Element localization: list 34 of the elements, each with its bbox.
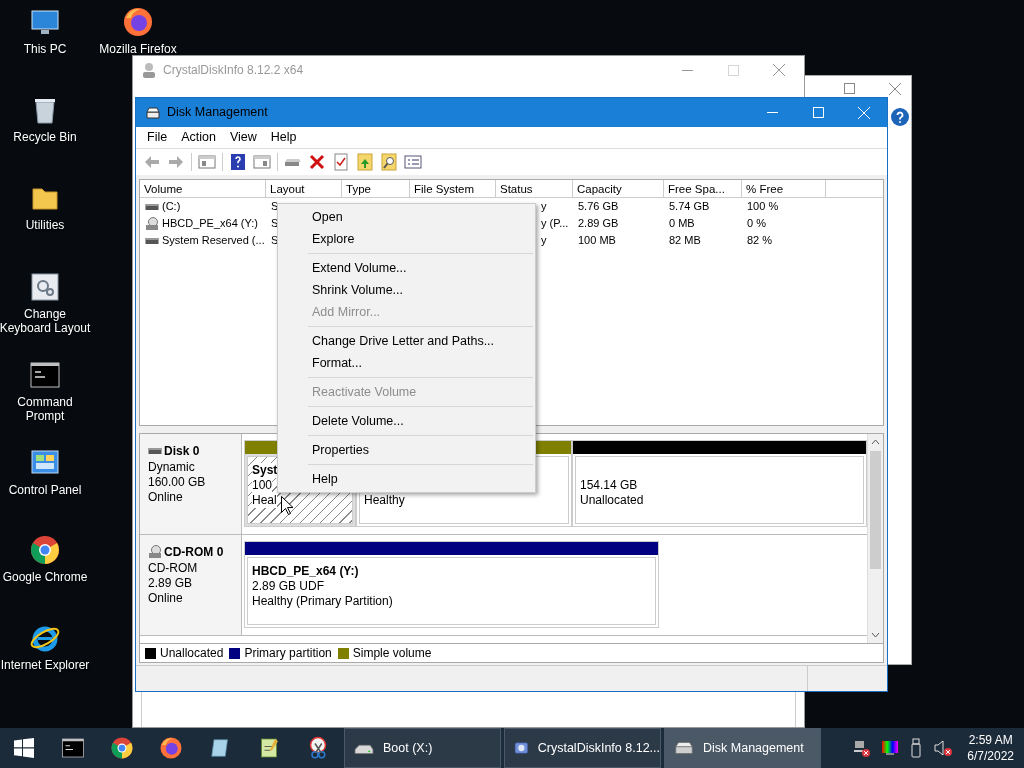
partition-detail: 100 (252, 478, 273, 493)
disk-name: Disk 0 (164, 443, 200, 460)
disk-status: Online (148, 490, 184, 505)
table-cell-text: 0 % (747, 216, 766, 232)
table-cell-text: 82 MB (669, 233, 701, 249)
partition-title: HBCD_PE_x64 (Y:) (252, 564, 359, 579)
table-cell-text: y (541, 199, 547, 215)
disk-status: Online (148, 591, 184, 606)
disk-type: Dynamic (148, 460, 196, 475)
legend-label: Primary partition (244, 645, 332, 662)
disk-name: CD-ROM 0 (164, 544, 224, 561)
partition-detail: Healthy (364, 493, 405, 508)
table-cell-text: y (P... (541, 216, 569, 232)
partition-detail: Healthy (Primary Partition) (252, 594, 393, 609)
table-cell-text: 5.76 GB (578, 199, 619, 215)
partition-title: Syst (252, 463, 278, 478)
legend-label: Unallocated (160, 645, 224, 662)
partition-detail: Heal (252, 493, 277, 508)
table-cell-text: 100 % (747, 199, 779, 215)
legend-label: Simple volume (352, 645, 432, 662)
table-cell-text: 100 MB (578, 233, 616, 249)
window-title: CrystalDiskInfo 8.12.2 x64 (163, 62, 304, 79)
disk-size: 2.89 GB (148, 576, 194, 591)
table-cell-text: 2.89 GB (578, 216, 619, 232)
table-cell-text: System Reserved (... (162, 233, 265, 249)
table-cell-text: 5.74 GB (669, 199, 710, 215)
disk-type: CD-ROM (148, 561, 199, 576)
window-title: Disk Management (167, 104, 268, 122)
table-cell-text: 0 MB (669, 216, 695, 232)
table-cell-text: HBCD_PE_x64 (Y:) (162, 216, 258, 232)
table-cell-text: y (541, 233, 547, 249)
table-cell-text: 82 % (747, 233, 773, 249)
table-cell-text: (C:) (162, 199, 181, 215)
disk-size: 160.00 GB (148, 475, 207, 490)
